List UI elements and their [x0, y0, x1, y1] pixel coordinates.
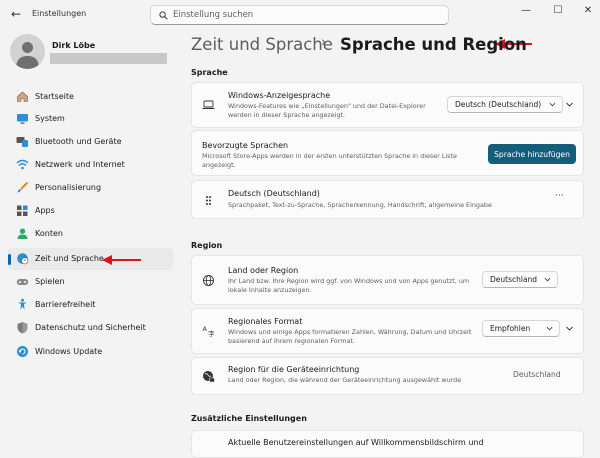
user-avatar-icon — [16, 42, 39, 69]
monitor-icon — [17, 114, 28, 124]
maximize-button[interactable]: ☐ — [548, 3, 568, 19]
card-title: Deutsch (Deutschland) — [228, 189, 320, 198]
dropdown-value: Deutschland — [490, 275, 538, 284]
sidebar-item-barrierefreiheit[interactable]: Barrierefreiheit — [8, 294, 173, 316]
sidebar-item-label: Personalisierung — [35, 183, 102, 192]
section-title-sprache: Sprache — [191, 68, 228, 77]
device-region-value: Deutschland — [513, 370, 561, 379]
profile-email-redacted — [50, 53, 167, 64]
card-description: Windows-Features wie „Einstellungen" und… — [228, 102, 426, 119]
sidebar-item-label: Windows Update — [35, 347, 103, 356]
gamepad-icon — [16, 279, 29, 285]
svg-text:A: A — [203, 325, 208, 333]
dropdown-value: Empfohlen — [490, 324, 531, 333]
minimize-button[interactable]: — — [516, 3, 536, 19]
sidebar-item-label: System — [35, 114, 65, 123]
annotation-arrow-sidebar-icon — [102, 255, 141, 265]
profile-name: Dirk Löbe — [52, 41, 96, 50]
chevron-down-icon — [549, 102, 556, 107]
bluetooth-icon — [16, 137, 28, 147]
sidebar-item-apps[interactable]: Apps — [8, 200, 173, 222]
card-display-language[interactable]: Windows-Anzeigesprache Windows-Features … — [191, 82, 584, 128]
globe-icon — [203, 275, 214, 286]
svg-text:字: 字 — [208, 329, 215, 337]
section-title-region: Region — [191, 241, 223, 250]
chevron-down-icon — [544, 277, 551, 282]
card-title: Land oder Region — [228, 266, 299, 275]
card-country-region[interactable]: Land oder Region Ihr Land bzw. Ihre Regi… — [191, 255, 584, 305]
sidebar-item-label: Startseite — [35, 92, 74, 101]
breadcrumb-parent-link[interactable]: Zeit und Sprache — [191, 35, 333, 54]
page-title: Sprache und Region — [340, 35, 527, 54]
globe-clock-icon — [17, 253, 29, 265]
sidebar-item-bluetooth[interactable]: Bluetooth und Geräte — [8, 131, 173, 153]
card-title: Region für die Geräteeinrichtung — [228, 365, 360, 374]
add-language-button[interactable]: Sprache hinzufügen — [488, 144, 576, 164]
regional-format-icon: A 字 — [203, 325, 216, 337]
card-title: Windows-Anzeigesprache — [228, 91, 331, 100]
card-device-region: Region für die Geräteeinrichtung Land od… — [191, 357, 584, 395]
chevron-down-icon — [546, 326, 553, 331]
shield-icon — [17, 322, 28, 334]
sidebar-item-label: Spielen — [35, 277, 65, 286]
card-welcome-screen[interactable]: Aktuelle Benutzereinstellungen auf Willk… — [191, 430, 584, 458]
close-button[interactable]: ✕ — [578, 3, 598, 19]
card-description: Sprachpaket, Text-zu-Sprache, Spracherke… — [228, 201, 492, 209]
sidebar-item-system[interactable]: System — [8, 108, 173, 130]
wifi-icon — [16, 159, 29, 170]
section-title-additional: Zusätzliche Einstellungen — [191, 414, 307, 423]
card-title: Regionales Format — [228, 317, 303, 326]
update-icon — [17, 346, 28, 357]
more-options-icon[interactable]: ··· — [555, 191, 564, 201]
sidebar-item-label: Datenschutz und Sicherheit — [35, 323, 146, 332]
app-title: Einstellungen — [32, 9, 87, 18]
card-description: Land oder Region, die während der Geräte… — [228, 376, 462, 384]
display-language-dropdown[interactable]: Deutsch (Deutschland) — [447, 96, 563, 113]
title-bar: ← Einstellungen Einstellung suchen — ☐ ✕ — [0, 0, 600, 30]
search-input[interactable]: Einstellung suchen — [150, 5, 449, 25]
card-title: Aktuelle Benutzereinstellungen auf Willk… — [228, 438, 484, 447]
avatar[interactable] — [10, 34, 45, 69]
sidebar-item-label: Netzwerk und Internet — [35, 160, 125, 169]
sidebar-item-label: Apps — [35, 206, 55, 215]
globe-device-icon — [203, 371, 215, 383]
home-icon — [17, 91, 28, 102]
search-icon — [159, 11, 168, 20]
accessibility-icon — [18, 298, 27, 310]
sidebar-item-label: Zeit und Sprache — [35, 254, 104, 263]
sidebar-item-zeit-und-sprache[interactable]: Zeit und Sprache — [8, 248, 173, 270]
back-arrow-icon[interactable]: ← — [9, 6, 23, 22]
sidebar-item-windows-update[interactable]: Windows Update — [8, 341, 173, 363]
sidebar-item-spielen[interactable]: Spielen — [8, 271, 173, 293]
sidebar-item-label: Barrierefreiheit — [35, 300, 96, 309]
card-description: Ihr Land bzw. Ihre Region wird ggf. von … — [228, 277, 470, 294]
sidebar-item-personalisierung[interactable]: Personalisierung — [8, 177, 173, 199]
card-regional-format[interactable]: A 字 Regionales Format Windows und einige… — [191, 308, 584, 354]
country-dropdown[interactable]: Deutschland — [482, 271, 558, 288]
regional-format-dropdown[interactable]: Empfohlen — [482, 320, 560, 337]
expand-chevron-icon[interactable] — [565, 100, 574, 109]
sidebar-item-label: Konten — [35, 229, 63, 238]
card-description: Microsoft Store-Apps werden in der erste… — [202, 152, 457, 169]
sidebar-item-datenschutz[interactable]: Datenschutz und Sicherheit — [8, 317, 173, 339]
search-placeholder: Einstellung suchen — [173, 10, 254, 20]
laptop-icon — [202, 100, 215, 109]
card-title: Bevorzugte Sprachen — [202, 141, 289, 150]
expand-chevron-icon[interactable] — [565, 324, 574, 333]
sidebar-item-netzwerk[interactable]: Netzwerk und Internet — [8, 154, 173, 176]
card-description: Windows und einige Apps formatieren Zahl… — [228, 328, 472, 345]
chevron-right-icon: › — [321, 35, 327, 50]
apps-icon — [17, 205, 28, 216]
card-language-german[interactable]: Deutsch (Deutschland) Sprachpaket, Text-… — [191, 180, 584, 219]
account-icon — [17, 228, 28, 239]
sidebar-item-startseite[interactable]: Startseite — [8, 86, 173, 108]
selection-indicator — [8, 254, 11, 265]
dropdown-value: Deutsch (Deutschland) — [455, 100, 542, 109]
sidebar-item-konten[interactable]: Konten — [8, 223, 173, 245]
sidebar-item-label: Bluetooth und Geräte — [35, 137, 122, 146]
brush-icon — [17, 181, 29, 193]
drag-handle-icon[interactable] — [202, 194, 215, 207]
